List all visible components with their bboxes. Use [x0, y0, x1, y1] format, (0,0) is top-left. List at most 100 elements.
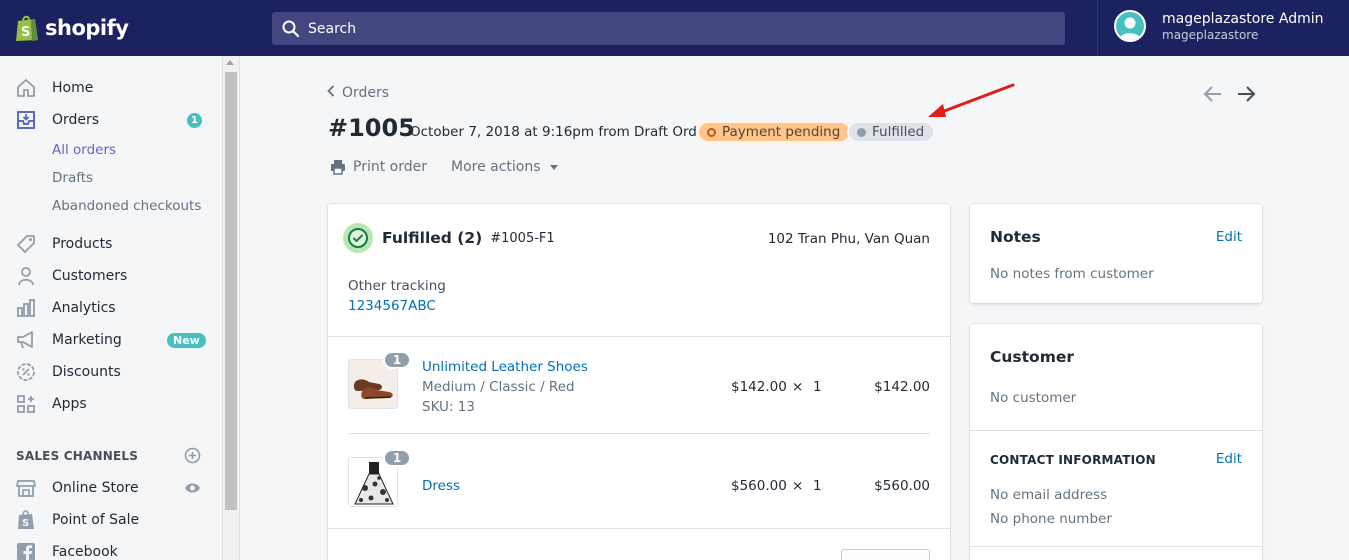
- breadcrumb-label: Orders: [342, 85, 390, 101]
- sidebar-item-label: All orders: [52, 142, 117, 158]
- more-actions-dropdown[interactable]: More actions: [451, 159, 558, 175]
- quantity-badge: 1: [383, 351, 411, 369]
- sidebar-item-all-orders[interactable]: All orders: [0, 136, 222, 164]
- sidebar-item-analytics[interactable]: Analytics: [0, 294, 222, 322]
- previous-order-arrow-icon[interactable]: [1203, 85, 1223, 107]
- eye-icon[interactable]: [184, 481, 201, 499]
- tracking-number-link[interactable]: 1234567ABC: [348, 298, 436, 314]
- unit-price: $142.00: [731, 379, 787, 395]
- discount-icon: [15, 361, 37, 383]
- phone-text: No phone number: [990, 511, 1112, 527]
- sidebar-item-apps[interactable]: Apps: [0, 390, 222, 418]
- order-pagination: [1203, 85, 1256, 107]
- fulfillment-id: #1005-F1: [490, 230, 555, 246]
- sidebar-item-label: Facebook: [52, 544, 118, 560]
- order-actions: Print order More actions: [330, 159, 558, 175]
- payment-status-label: Payment pending: [722, 124, 841, 140]
- fulfilled-check-icon: [343, 223, 373, 253]
- line-item: 1 Unlimited Leather Shoes Medium / Class…: [348, 351, 930, 415]
- orders-icon: [15, 109, 37, 131]
- sidebar-item-label: Customers: [52, 268, 128, 284]
- sidebar-scrollbar-thumb[interactable]: [225, 72, 237, 510]
- topbar-divider: [1097, 0, 1098, 56]
- svg-text:S: S: [22, 518, 29, 529]
- fulfillment-card: Fulfilled (2) #1005-F1 102 Tran Phu, Van…: [328, 204, 950, 560]
- sidebar-item-orders[interactable]: Orders 1: [0, 106, 222, 134]
- divider: [328, 528, 950, 529]
- sidebar-item-discounts[interactable]: Discounts: [0, 358, 222, 386]
- product-name-link[interactable]: Dress: [422, 478, 460, 494]
- sidebar-item-label: Home: [52, 80, 94, 96]
- sidebar-item-products[interactable]: Products: [0, 230, 222, 258]
- sidebar-item-label: Apps: [52, 396, 87, 412]
- sidebar-item-online-store[interactable]: Online Store: [0, 474, 222, 502]
- print-order-button[interactable]: Print order: [330, 159, 427, 175]
- home-icon: [15, 77, 37, 99]
- sidebar-item-label: Orders: [52, 112, 100, 128]
- printer-icon: [331, 160, 345, 175]
- scroll-up-arrow-icon[interactable]: [226, 60, 234, 65]
- notes-text: No notes from customer: [990, 266, 1154, 282]
- search-input[interactable]: Search: [272, 12, 1065, 45]
- apps-icon: [15, 393, 37, 415]
- sidebar-item-label: Online Store: [52, 480, 139, 496]
- times-sign: ×: [792, 379, 804, 395]
- annotation-arrow-icon: [928, 83, 1015, 117]
- shopify-bag-icon: S: [15, 14, 39, 42]
- notes-card: Notes Edit No notes from customer: [970, 204, 1262, 303]
- divider: [348, 433, 930, 434]
- sidebar-divider: [239, 56, 240, 560]
- avatar: [1114, 10, 1146, 42]
- payment-status-badge: Payment pending: [697, 121, 852, 143]
- sidebar-item-point-of-sale[interactable]: S Point of Sale: [0, 506, 222, 534]
- fulfillment-status-badge: Fulfilled: [847, 121, 936, 143]
- sidebar-item-home[interactable]: Home: [0, 74, 222, 102]
- store-icon: [15, 477, 37, 499]
- sidebar-item-label: Analytics: [52, 300, 116, 316]
- contact-edit-link[interactable]: Edit: [1216, 451, 1242, 467]
- sidebar-item-label: Point of Sale: [52, 512, 140, 528]
- unit-price: $560.00: [731, 478, 787, 494]
- breadcrumb-orders[interactable]: Orders: [327, 85, 389, 101]
- notes-heading: Notes: [990, 228, 1041, 246]
- search-icon: [282, 20, 300, 37]
- line-total: $560.00: [874, 478, 930, 494]
- sales-channels-heading: SALES CHANNELS: [16, 449, 139, 463]
- print-order-label: Print order: [353, 159, 427, 175]
- facebook-icon: [15, 541, 37, 560]
- sidebar-item-label: Abandoned checkouts: [52, 198, 202, 214]
- customer-card: Customer No customer CONTACT INFORMATION…: [970, 324, 1262, 560]
- times-sign: ×: [792, 478, 804, 494]
- line-total: $142.00: [874, 379, 930, 395]
- pending-dot-icon: [707, 127, 716, 137]
- sidebar-item-label: Products: [52, 236, 113, 252]
- orders-count-badge: 1: [187, 112, 202, 128]
- user-menu[interactable]: mageplazastore Admin mageplazastore: [1114, 10, 1323, 42]
- bar-chart-icon: [15, 297, 37, 319]
- sidebar-item-label: Marketing: [52, 332, 122, 348]
- customer-heading: Customer: [990, 348, 1075, 366]
- fulfillment-title: Fulfilled (2): [382, 229, 483, 247]
- fulfillment-action-button[interactable]: [841, 549, 930, 560]
- new-badge: New: [167, 332, 206, 348]
- fulfillment-status-label: Fulfilled: [872, 124, 925, 140]
- product-sku: SKU: 13: [422, 399, 475, 415]
- add-channel-icon[interactable]: [184, 447, 201, 468]
- person-icon: [15, 265, 37, 287]
- pos-bag-icon: S: [15, 509, 37, 531]
- product-variant: Medium / Classic / Red: [422, 379, 575, 395]
- next-order-arrow-icon[interactable]: [1236, 85, 1256, 107]
- contact-information-heading: CONTACT INFORMATION: [990, 453, 1156, 467]
- sidebar-item-drafts[interactable]: Drafts: [0, 164, 222, 192]
- sidebar-item-abandoned-checkouts[interactable]: Abandoned checkouts: [0, 192, 222, 220]
- sidebar-item-marketing[interactable]: Marketing New: [0, 326, 222, 354]
- chevron-left-icon: [327, 85, 335, 101]
- divider: [970, 546, 1262, 547]
- product-name-link[interactable]: Unlimited Leather Shoes: [422, 359, 588, 375]
- notes-edit-link[interactable]: Edit: [1216, 229, 1242, 245]
- divider: [970, 430, 1262, 431]
- sidebar-item-customers[interactable]: Customers: [0, 262, 222, 290]
- shopify-logo[interactable]: S shopify: [0, 0, 240, 56]
- sidebar-item-facebook[interactable]: Facebook: [0, 538, 222, 560]
- search-placeholder: Search: [308, 20, 357, 37]
